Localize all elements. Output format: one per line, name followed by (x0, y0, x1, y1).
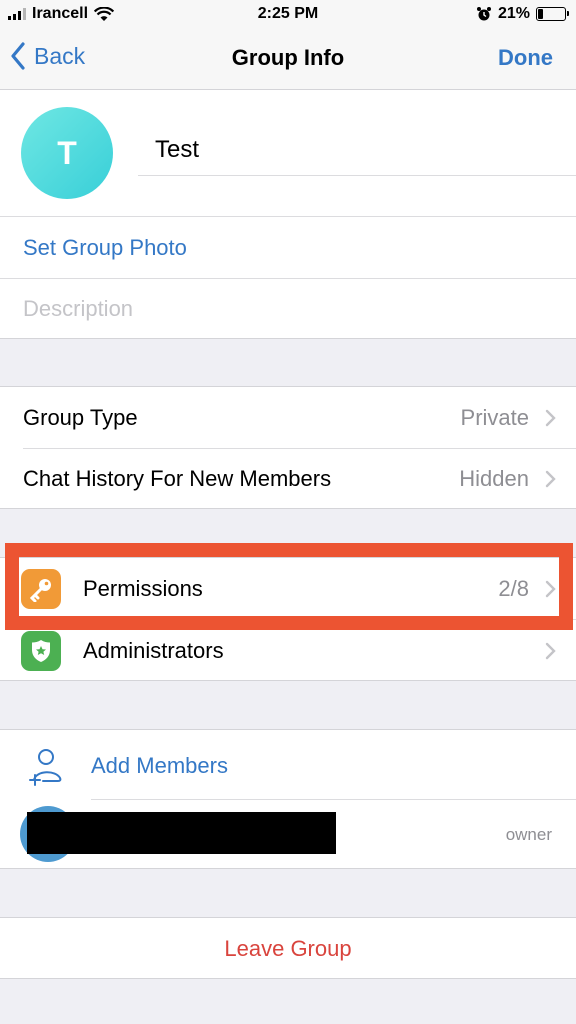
battery-level (538, 9, 544, 19)
description-placeholder: Description (23, 295, 134, 321)
description-field[interactable]: Description (0, 278, 576, 339)
done-button[interactable]: Done (498, 45, 553, 71)
permissions-label: Permissions (83, 575, 203, 601)
add-member-icon (29, 749, 62, 786)
permissions-value: 2/8 (498, 575, 529, 601)
group-type-value: Private (460, 404, 529, 430)
battery-icon (536, 7, 569, 21)
admin-section: Permissions 2/8 Administrators (0, 557, 576, 681)
chevron-right-icon (545, 642, 556, 660)
chat-history-label: Chat History For New Members (23, 465, 332, 491)
group-name-field[interactable]: Test (155, 136, 199, 164)
group-type-label: Group Type (23, 404, 138, 430)
add-members-button[interactable]: Add Members (0, 734, 576, 798)
leave-group-label: Leave Group (224, 935, 352, 961)
member-row[interactable]: online owner (0, 800, 576, 870)
group-info-section: T Test Set Group Photo Description (0, 90, 576, 339)
administrators-label: Administrators (83, 637, 224, 663)
divider (138, 175, 576, 176)
set-group-photo-button[interactable]: Set Group Photo (0, 217, 576, 278)
chat-history-row[interactable]: Chat History For New Members Hidden (0, 448, 576, 509)
group-avatar[interactable]: T (21, 107, 113, 199)
leave-group-section: Leave Group (0, 917, 576, 979)
chevron-right-icon (545, 580, 556, 598)
navigation-bar: Back Group Info Done (0, 30, 576, 90)
group-settings-section: Group Type Private Chat History For New … (0, 386, 576, 509)
leave-group-button[interactable]: Leave Group (0, 918, 576, 979)
redacted-member-name (27, 812, 336, 854)
permissions-row[interactable]: Permissions 2/8 (0, 558, 576, 619)
battery-percent: 21% (497, 5, 530, 22)
set-group-photo-label: Set Group Photo (23, 234, 187, 260)
chevron-right-icon (545, 409, 556, 427)
key-icon (21, 569, 61, 609)
member-role-label: owner (505, 825, 552, 844)
status-right: 21% (476, 5, 569, 23)
chevron-right-icon (545, 470, 556, 488)
page-title: Group Info (231, 45, 345, 70)
group-type-row[interactable]: Group Type Private (0, 387, 576, 448)
status-bar: Irancell 2:25 PM 21% (0, 0, 576, 30)
avatar-initial: T (57, 134, 77, 171)
alarm-icon (476, 7, 491, 21)
add-members-label: Add Members (91, 753, 228, 778)
administrators-row[interactable]: Administrators (0, 620, 576, 681)
members-section: Add Members online owner (0, 729, 576, 869)
shield-star-icon (21, 631, 61, 671)
chat-history-value: Hidden (459, 465, 529, 491)
